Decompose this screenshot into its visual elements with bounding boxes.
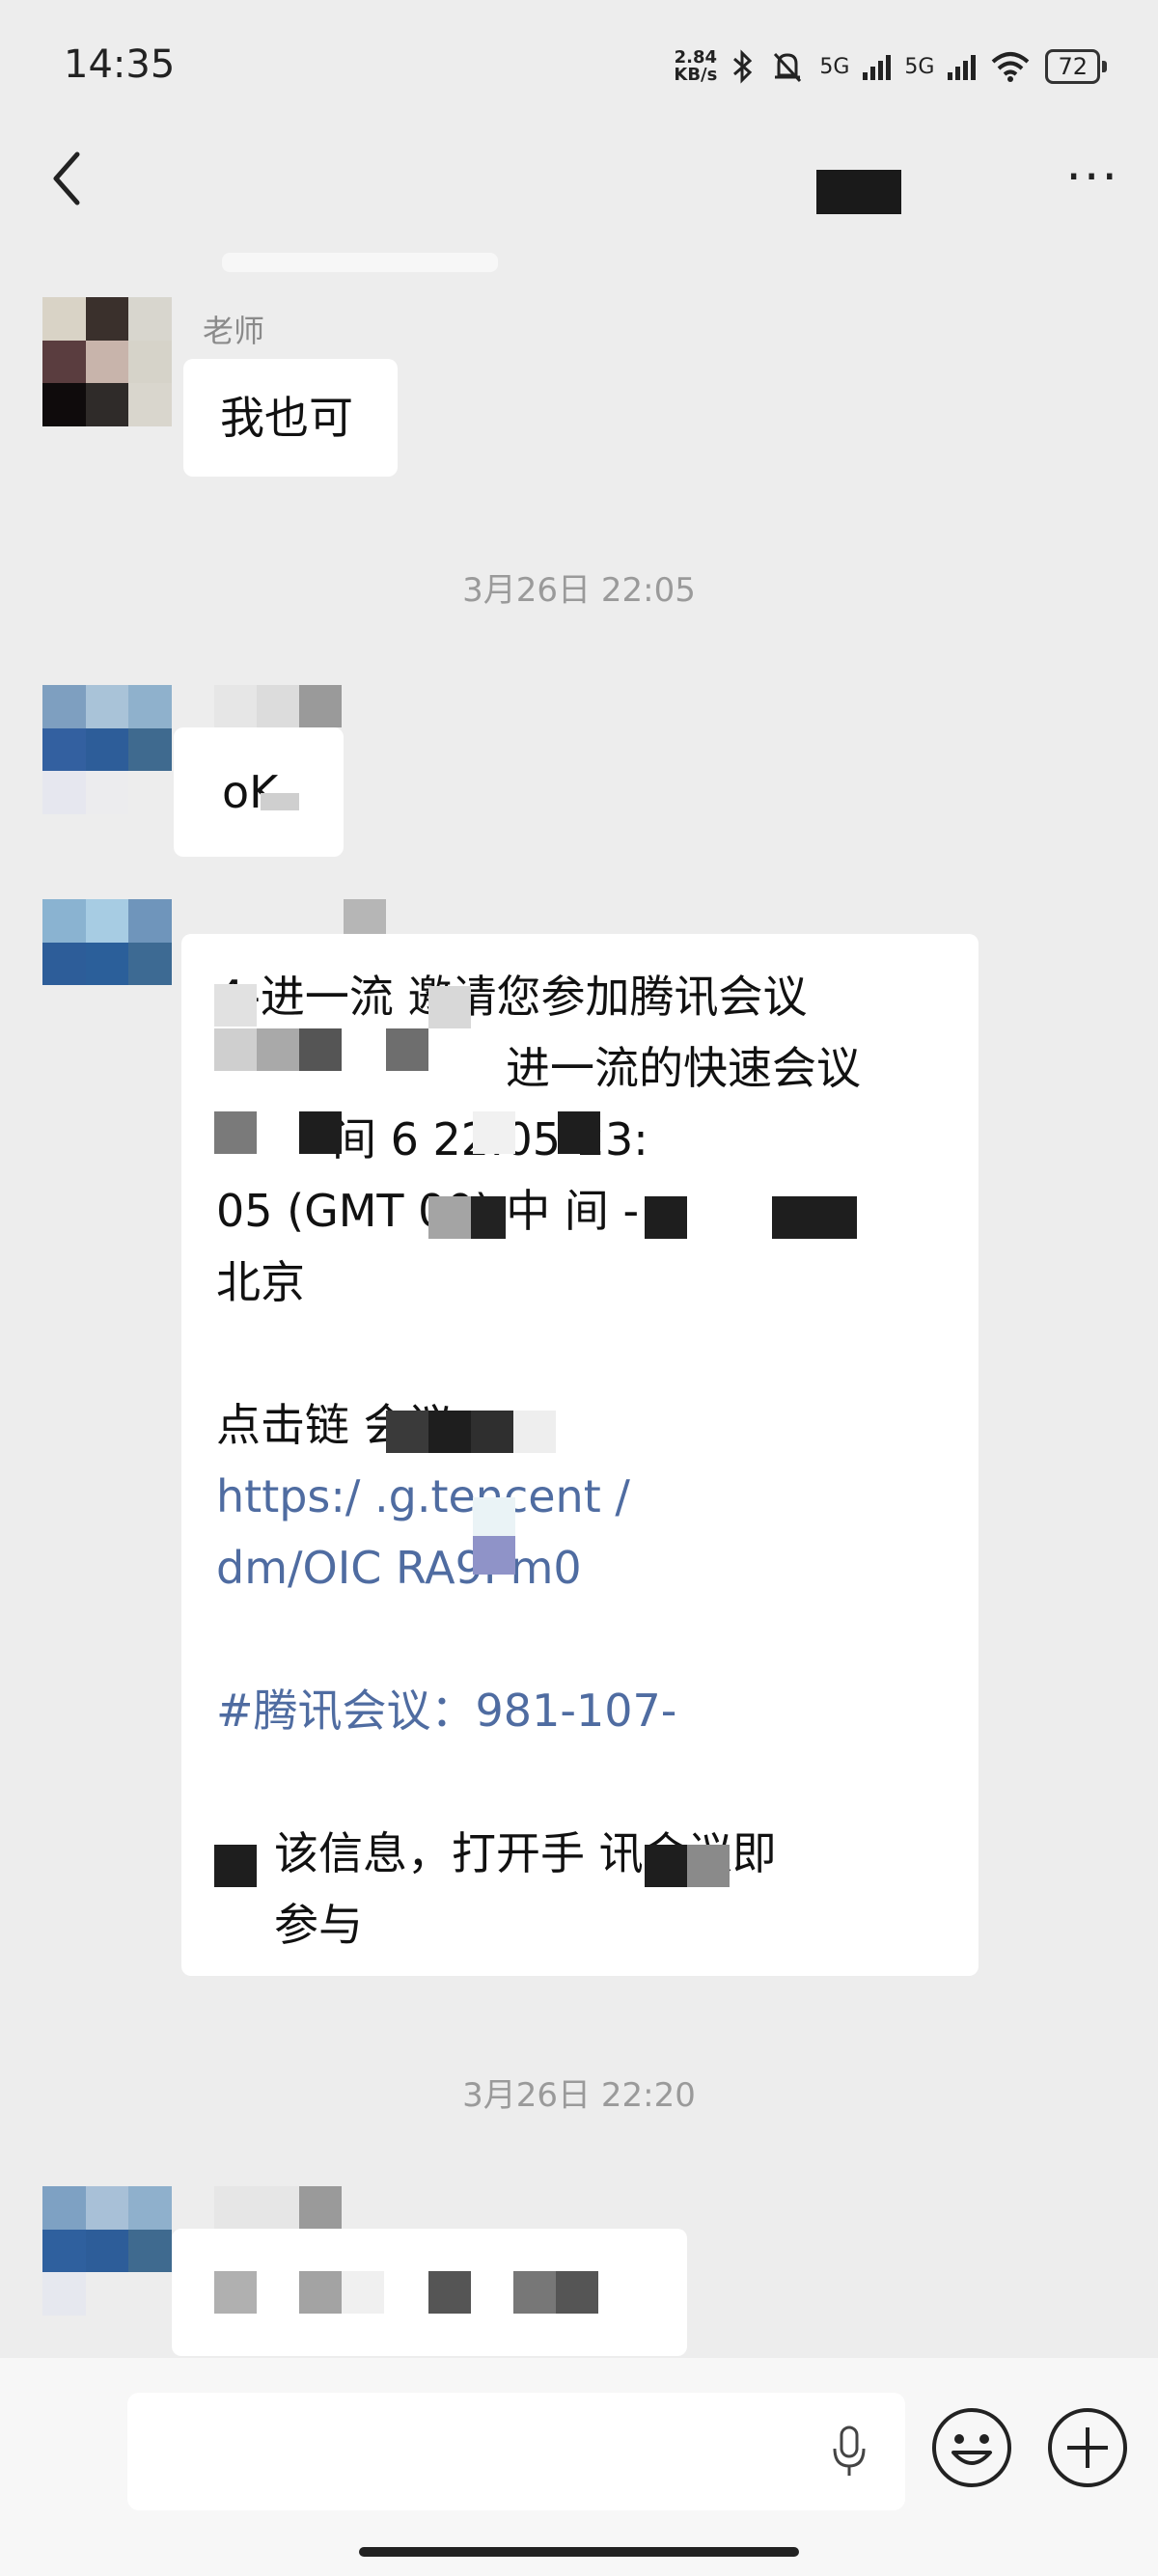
wifi-icon [992,52,1030,82]
invite-line: 点击链 会议： [216,1399,497,1451]
text-mosaic [214,984,257,1027]
text-mosaic [261,793,299,810]
name-mosaic [299,2186,342,2229]
more-options-button[interactable]: ··· [1065,152,1119,203]
redaction-smear [222,253,498,272]
message-bubble[interactable]: 4-进一流 邀请您参加腾讯会议 进一流的快速会议 间 6 22:05-23: 0… [181,934,979,1976]
text-mosaic [473,1497,515,1536]
invite-line [216,1603,944,1675]
home-indicator [359,2547,799,2557]
plus-icon[interactable] [1046,2406,1129,2489]
invite-line: 参与 [274,1899,363,1951]
meeting-id-link[interactable]: #腾讯会议：981-107- [216,1675,944,1746]
text-mosaic [556,2271,598,2314]
name-mosaic [214,2186,299,2229]
text-mosaic [471,1411,513,1453]
text-mosaic [214,1111,257,1154]
network-speed: 2.84 KB/s [674,49,717,84]
text-mosaic [772,1196,857,1239]
name-mosaic [257,685,299,727]
avatar[interactable] [42,297,172,426]
chat-title-redacted [816,170,901,214]
text-mosaic [428,2271,471,2314]
status-time: 14:35 [64,42,176,87]
message-bubble[interactable]: oK [174,727,344,857]
text-mosaic [645,1845,687,1887]
microphone-icon[interactable] [830,2424,868,2481]
text-mosaic [428,1411,471,1453]
emoji-icon[interactable] [930,2406,1013,2489]
signal-icon [948,53,977,80]
text-mosaic [558,1111,600,1154]
text-mosaic [428,986,471,1028]
chevron-left-icon[interactable] [42,145,93,212]
text-mosaic [473,1536,515,1575]
message-input[interactable] [127,2393,905,2510]
invite-line: 该信息，打开手 讯会议即 [274,1827,777,1879]
text-mosaic [299,1028,342,1071]
meeting-link[interactable]: dm/OIC RA9Pm0 [216,1532,944,1603]
text-mosaic [687,1845,730,1887]
text-mosaic [214,1845,257,1887]
battery-icon: 72 [1045,49,1107,84]
name-mosaic [214,685,257,727]
text-mosaic [428,1196,471,1239]
mute-bell-icon [774,52,802,83]
text-mosaic [342,2271,384,2314]
avatar[interactable] [42,2186,172,2316]
avatar[interactable] [42,899,172,1028]
text-mosaic [299,2271,342,2314]
meeting-link[interactable]: https:/ .g.tencent / [216,1461,944,1532]
text-mosaic [513,1411,556,1453]
invite-line [216,1746,944,1818]
signal-icon [863,53,892,80]
text-mosaic [386,1411,428,1453]
bluetooth-icon [733,49,753,84]
status-icons: 2.84 KB/s 5G 5G 72 [674,48,1107,85]
text-mosaic [513,2271,556,2314]
name-mosaic [299,685,342,727]
network-speed-unit: KB/s [674,65,718,85]
text-mosaic [386,1028,428,1071]
avatar[interactable] [42,685,172,814]
text-mosaic [299,1111,342,1154]
timestamp: 3月26日 22:20 [462,2076,696,2115]
network-type-1: 5G [819,54,850,79]
text-mosaic [214,1028,257,1071]
message-bubble[interactable]: 我也可 [183,359,398,477]
text-mosaic [257,1028,299,1071]
network-type-2: 5G [904,54,935,79]
sender-name: 老师 [203,313,265,349]
text-mosaic [214,2271,257,2314]
invite-line [216,1318,944,1389]
invite-line: 北京 [216,1256,305,1308]
invite-line: 4-进一流 邀请您参加腾讯会议 [216,971,808,1023]
text-mosaic [645,1196,687,1239]
text-mosaic [471,1196,506,1239]
text-mosaic [473,1111,515,1154]
timestamp: 3月26日 22:05 [462,571,696,610]
message-text: 我也可 [220,392,353,444]
